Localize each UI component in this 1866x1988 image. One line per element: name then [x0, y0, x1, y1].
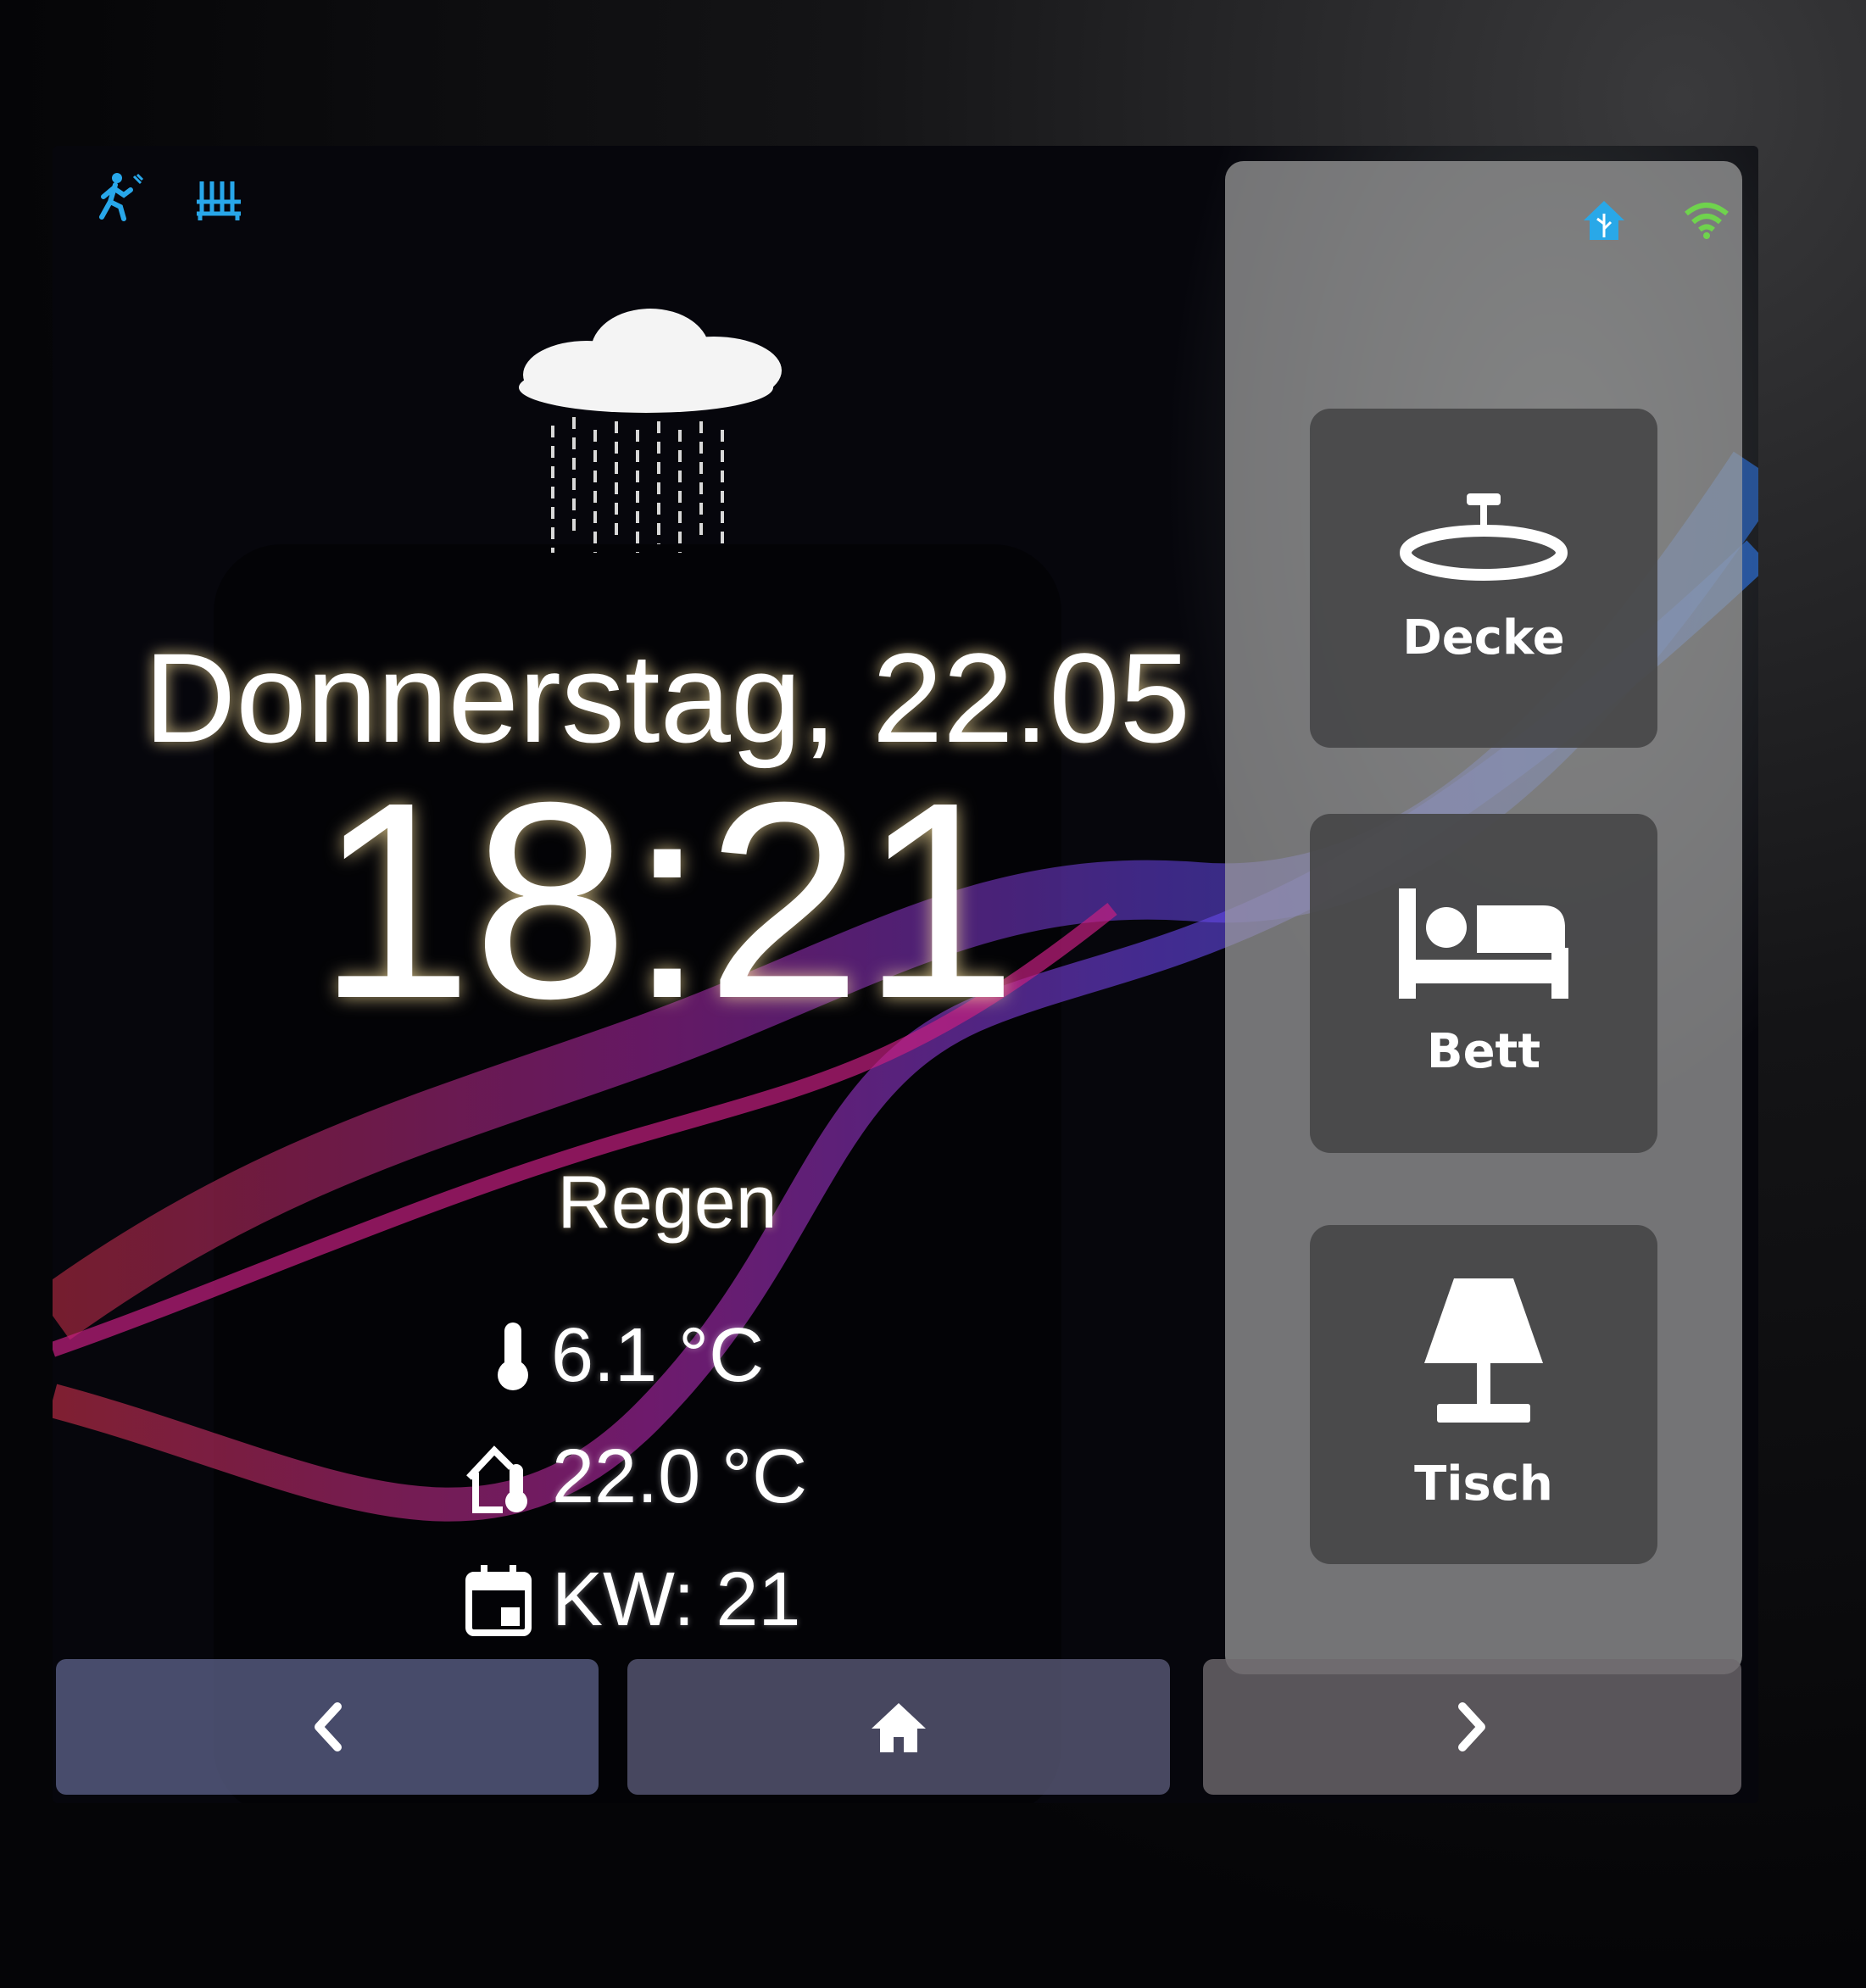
- cloud-rain-icon: [519, 309, 782, 553]
- chevron-left-icon: [315, 1702, 342, 1751]
- home-thermometer-icon: [466, 1445, 527, 1513]
- wifi-icon: [1685, 203, 1729, 239]
- bed-icon: [1399, 888, 1568, 999]
- display-screen: Donnerstag, 22.05 18:21 Regen 6.1 °C 22.…: [53, 146, 1758, 1803]
- clock-display: 18:21: [317, 743, 1017, 1056]
- calendar-icon: [465, 1565, 532, 1636]
- tile-label-tisch: Tisch: [1414, 1456, 1553, 1512]
- tile-label-decke: Decke: [1402, 610, 1565, 665]
- nav-next-button[interactable]: [1203, 1659, 1741, 1795]
- nav-prev-button[interactable]: [56, 1659, 599, 1795]
- radiator-icon: [197, 181, 241, 220]
- tile-label-bett: Bett: [1426, 1023, 1541, 1079]
- tile-bed-light[interactable]: Bett: [1310, 814, 1657, 1153]
- outdoor-temp-row: 6.1 °C: [493, 1309, 764, 1402]
- nav-home-button[interactable]: [627, 1659, 1170, 1795]
- chevron-right-icon: [1457, 1702, 1485, 1751]
- home-icon: [872, 1703, 926, 1752]
- light-control-panel: Decke Bett Tisch: [1225, 161, 1742, 1674]
- tile-ceiling-light[interactable]: Decke: [1310, 409, 1657, 748]
- thermometer-icon: [498, 1323, 528, 1390]
- ceiling-light-icon: [1400, 493, 1568, 581]
- motion-sensor-icon: [99, 173, 144, 221]
- table-lamp-icon: [1424, 1278, 1543, 1423]
- indoor-temp-row: 22.0 °C: [464, 1430, 807, 1523]
- home-assistant-icon: [1584, 201, 1624, 240]
- week-row: KW: 21: [464, 1553, 800, 1646]
- indoor-temp-value: 22.0 °C: [552, 1434, 808, 1519]
- outdoor-temp-value: 6.1 °C: [551, 1312, 765, 1398]
- week-value: KW: 21: [552, 1556, 801, 1642]
- tile-table-lamp[interactable]: Tisch: [1310, 1225, 1657, 1564]
- weather-condition: Regen: [557, 1160, 777, 1244]
